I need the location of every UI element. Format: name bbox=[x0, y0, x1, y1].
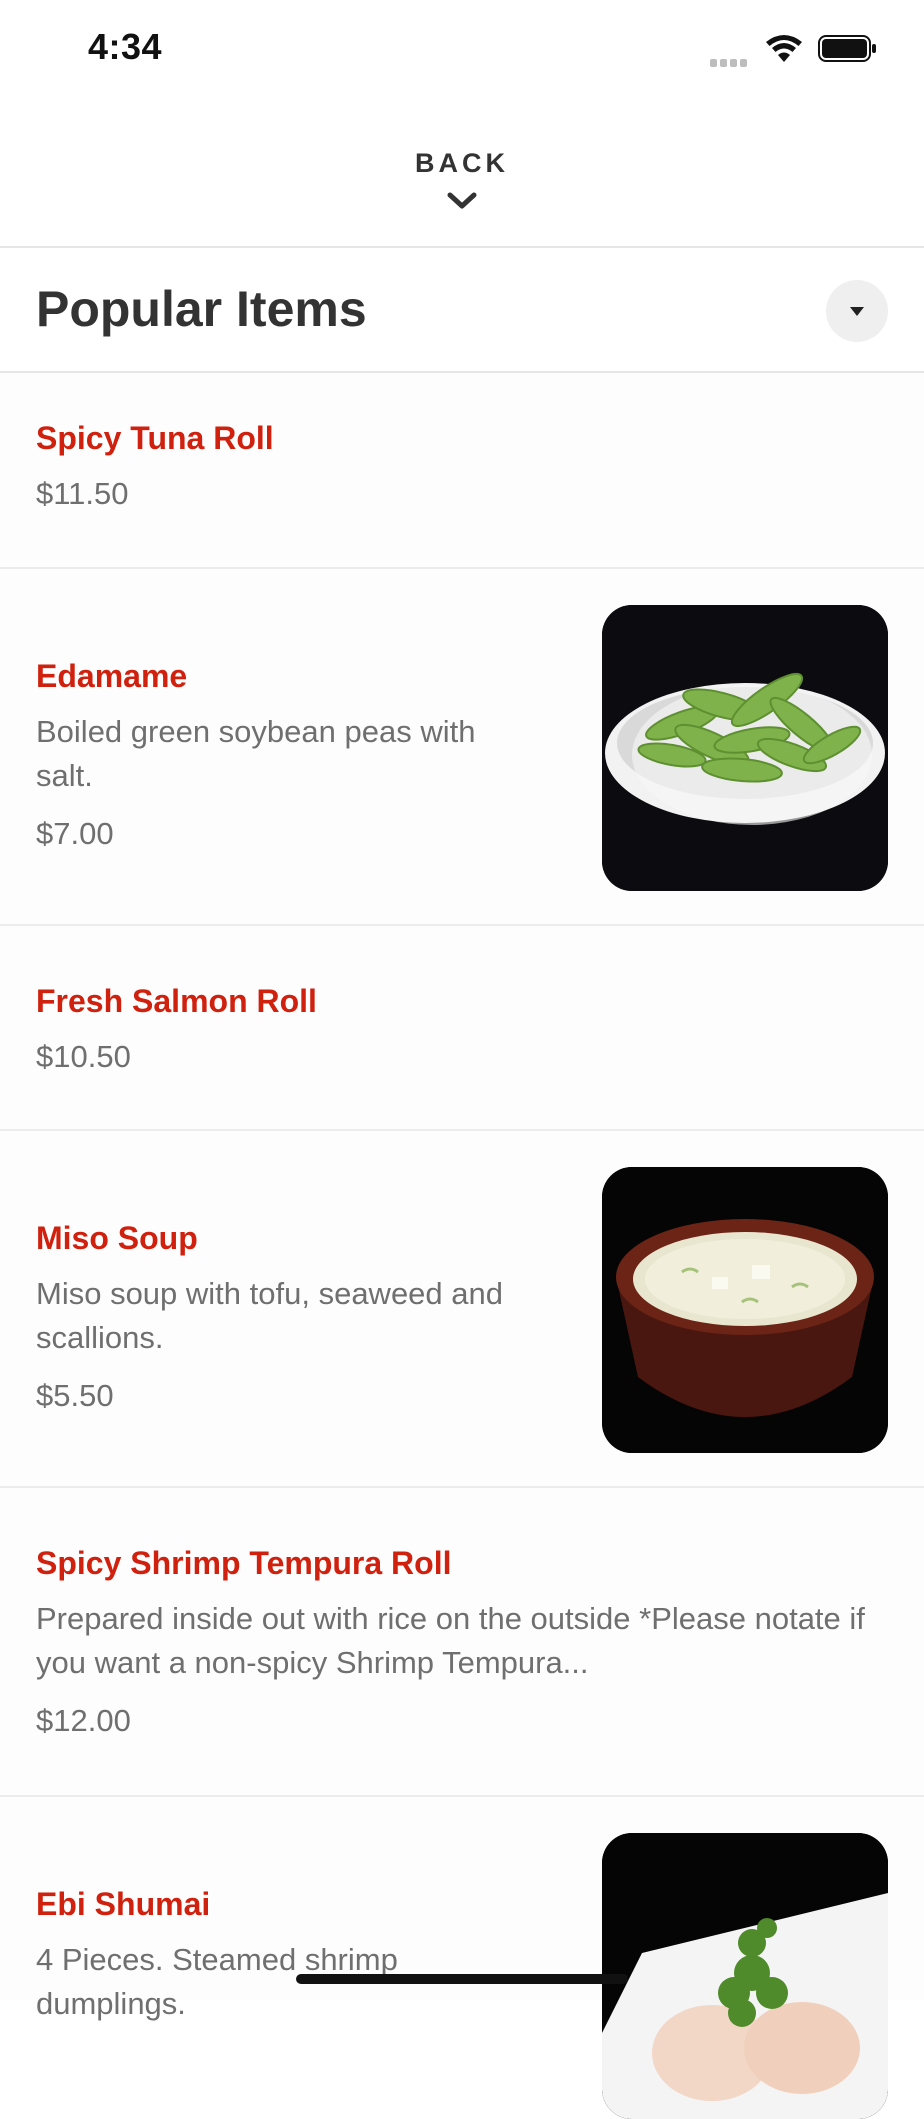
item-name: Spicy Tuna Roll bbox=[36, 420, 274, 456]
back-button[interactable]: BACK bbox=[0, 100, 924, 246]
menu-item-spicy-tuna-roll[interactable]: Spicy Tuna Roll $11.50 bbox=[0, 373, 924, 569]
edamame-image bbox=[602, 605, 888, 891]
menu-item-fresh-salmon-roll[interactable]: Fresh Salmon Roll $10.50 bbox=[0, 926, 924, 1131]
item-name: Miso Soup bbox=[36, 1220, 198, 1256]
status-time: 4:34 bbox=[88, 26, 163, 67]
item-description: Miso soup with tofu, seaweed and scallio… bbox=[36, 1276, 503, 1355]
menu-item-ebi-shumai[interactable]: Ebi Shumai 4 Pieces. Steamed shrimp dump… bbox=[0, 1797, 924, 2119]
miso-soup-image bbox=[602, 1167, 888, 1453]
item-price: $12.00 bbox=[36, 1703, 131, 1738]
wifi-icon bbox=[764, 34, 804, 69]
chevron-down-icon bbox=[446, 190, 478, 217]
battery-icon bbox=[818, 34, 878, 69]
item-description: Prepared inside out with rice on the out… bbox=[36, 1601, 865, 1680]
section-title: Popular Items bbox=[36, 281, 367, 337]
status-bar: 4:34 bbox=[0, 0, 924, 100]
menu-item-spicy-shrimp-tempura-roll[interactable]: Spicy Shrimp Tempura Roll Prepared insid… bbox=[0, 1488, 924, 1797]
item-name: Ebi Shumai bbox=[36, 1886, 211, 1922]
cellular-signal-icon bbox=[710, 54, 750, 72]
item-price: $10.50 bbox=[36, 1039, 131, 1074]
item-price: $5.50 bbox=[36, 1378, 114, 1413]
item-name: Fresh Salmon Roll bbox=[36, 983, 317, 1019]
menu-item-miso-soup[interactable]: Miso Soup Miso soup with tofu, seaweed a… bbox=[0, 1131, 924, 1488]
ebi-shumai-image bbox=[602, 1833, 888, 2119]
menu-item-edamame[interactable]: Edamame Boiled green soybean peas with s… bbox=[0, 569, 924, 926]
home-indicator bbox=[296, 1974, 628, 1984]
item-name: Edamame bbox=[36, 658, 188, 694]
back-label: BACK bbox=[415, 148, 509, 178]
item-price: $11.50 bbox=[36, 476, 129, 511]
section-collapse-button[interactable] bbox=[826, 280, 888, 342]
item-name: Spicy Shrimp Tempura Roll bbox=[36, 1545, 452, 1581]
section-header: Popular Items bbox=[0, 248, 924, 372]
item-price: $7.00 bbox=[36, 816, 114, 851]
item-description: Boiled green soybean peas with salt. bbox=[36, 714, 476, 793]
